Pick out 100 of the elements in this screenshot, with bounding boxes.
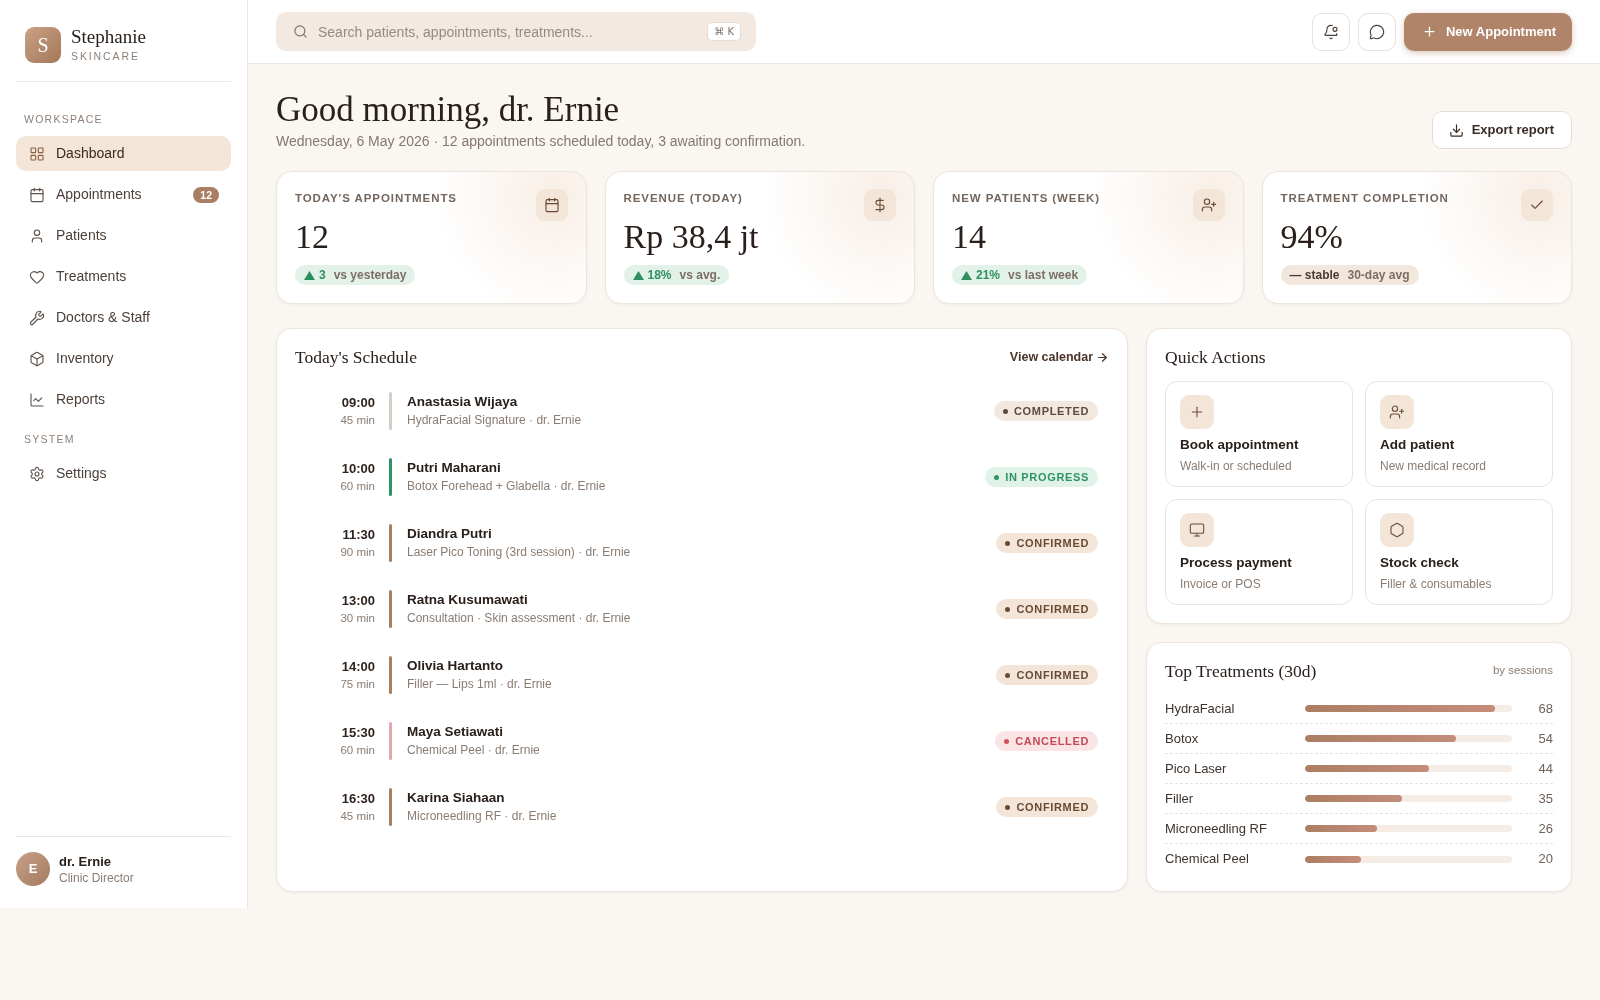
triangle-up-icon [632,270,644,280]
status-stripe [389,788,392,826]
nav-item[interactable]: Settings [16,456,231,491]
quick-action-card[interactable]: Process payment Invoice or POS [1165,499,1353,605]
download-icon [1448,122,1464,138]
user-plus-icon [1192,189,1225,221]
appointment-duration: 45 min [340,809,375,824]
section-label: SYSTEM [23,432,76,446]
greeting-subtitle: Wednesday, 6 May 2026 · 12 appointments scheduled today, 3 awaiting confirmation. [276,132,806,151]
treatment-details: Chemical Peel · dr. Ernie [407,742,540,759]
export-report-button[interactable]: Export report [1431,111,1572,149]
session-count: 44 [1537,759,1553,778]
nav-item[interactable]: Reports [16,382,231,417]
status-stripe [389,392,392,430]
nav-item[interactable]: Dashboard [16,136,231,171]
treatment-details: Consultation · Skin assessment · dr. Ernie [407,610,631,627]
treatment-name: Chemical Peel [1165,850,1250,869]
session-count: 20 [1537,850,1553,869]
session-count: 54 [1537,729,1553,748]
notifications-button[interactable] [1312,12,1350,51]
trend-note: vs avg. [679,267,721,284]
monitor-icon [1180,513,1214,547]
appointment-time: 15:30 [341,724,375,742]
quick-action-card[interactable]: Add patient New medical record [1365,381,1553,487]
treatment-name: Botox [1165,729,1200,748]
stat-value: Rp 38,4 jt [623,218,759,256]
stat-value: 94% [1280,218,1343,256]
session-count: 26 [1537,819,1553,838]
session-count: 35 [1537,789,1553,808]
appointment-duration: 45 min [340,413,375,428]
trend-note: vs last week [1008,267,1079,284]
treatment-name: Microneedling RF [1165,819,1268,838]
status-text: CONFIRMED [1016,799,1089,815]
treatment-name: HydraFacial [1165,699,1236,718]
nav-item[interactable]: Treatments [16,259,231,294]
status-text: IN PROGRESS [1005,469,1089,485]
appointment-duration: 60 min [340,479,375,494]
section-label: WORKSPACE [23,112,104,126]
treatment-details: HydraFacial Signature · dr. Ernie [407,412,582,429]
stat-label: TODAY'S APPOINTMENTS [295,191,457,206]
status-text: CANCELLED [1015,733,1089,749]
nav-item[interactable]: Appointments 12 [16,177,231,212]
treatment-name: Pico Laser [1165,759,1228,778]
view-calendar-link[interactable]: View calendar [1009,347,1109,367]
search-icon [293,24,308,39]
plus-icon [1180,395,1214,429]
quick-action-card[interactable]: Stock check Filler & consumables [1365,499,1553,605]
stat-label: TREATMENT COMPLETION [1280,191,1449,206]
user-avatar: E [16,852,50,886]
appointment-time: 11:30 [342,526,375,544]
session-count: 68 [1537,699,1553,718]
cube-icon [29,350,45,367]
arrow-right-icon [1096,350,1109,364]
card-note: by sessions [1492,663,1553,679]
count-badge: 12 [193,186,219,203]
chat-bubble-icon [1369,23,1385,40]
plus-icon [1422,24,1437,39]
dollar-icon [864,189,896,221]
treatment-details: Botox Forehead + Glabella · dr. Ernie [407,478,606,495]
patient-name: Ratna Kusumawati [407,591,528,609]
hexagon-icon [1380,513,1414,547]
wrench-icon [29,309,45,326]
card-title: Today's Schedule [295,345,417,369]
status-stripe [389,722,392,760]
appointment-duration: 90 min [340,545,375,560]
stat-label: NEW PATIENTS (WEEK) [952,191,1101,206]
appointment-duration: 30 min [340,611,375,626]
trend-value: 21% [976,267,1001,284]
stat-value: 14 [952,218,986,256]
quick-action-card[interactable]: Book appointment Walk-in or scheduled [1165,381,1353,487]
bell-icon [1323,23,1339,40]
trend-note: 30-day avg [1347,267,1410,284]
settings-icon [29,465,45,482]
check-icon [1521,189,1553,221]
treatment-details: Filler — Lips 1ml · dr. Ernie [407,676,552,693]
heart-icon [29,268,45,285]
status-text: CONFIRMED [1016,601,1089,617]
stat-value: 12 [295,218,329,256]
trend-value: — stable [1289,267,1340,284]
user-plus-icon [1380,395,1414,429]
trend-note: vs yesterday [333,267,407,284]
triangle-up-icon [304,270,315,280]
status-text: CONFIRMED [1016,535,1089,551]
messages-button[interactable] [1358,12,1396,51]
triangle-up-icon [961,270,972,280]
status-text: CONFIRMED [1016,667,1089,683]
appointment-time: 16:30 [341,790,375,808]
appointment-duration: 75 min [340,677,375,692]
nav-item[interactable]: Doctors & Staff [16,300,231,335]
card-title: Top Treatments (30d) [1165,659,1317,683]
calendar-icon [535,189,568,221]
status-text: COMPLETED [1014,403,1089,419]
status-stripe [389,458,392,496]
nav-item[interactable]: Patients [16,218,231,253]
patient-name: Karina Siahaan [407,789,505,807]
patient-name: Olivia Hartanto [407,657,504,675]
line-chart-icon [29,391,45,408]
trend-value: 3 [319,267,326,284]
nav-item[interactable]: Inventory [16,341,231,376]
brand-tagline: SKINCARE [71,49,141,63]
